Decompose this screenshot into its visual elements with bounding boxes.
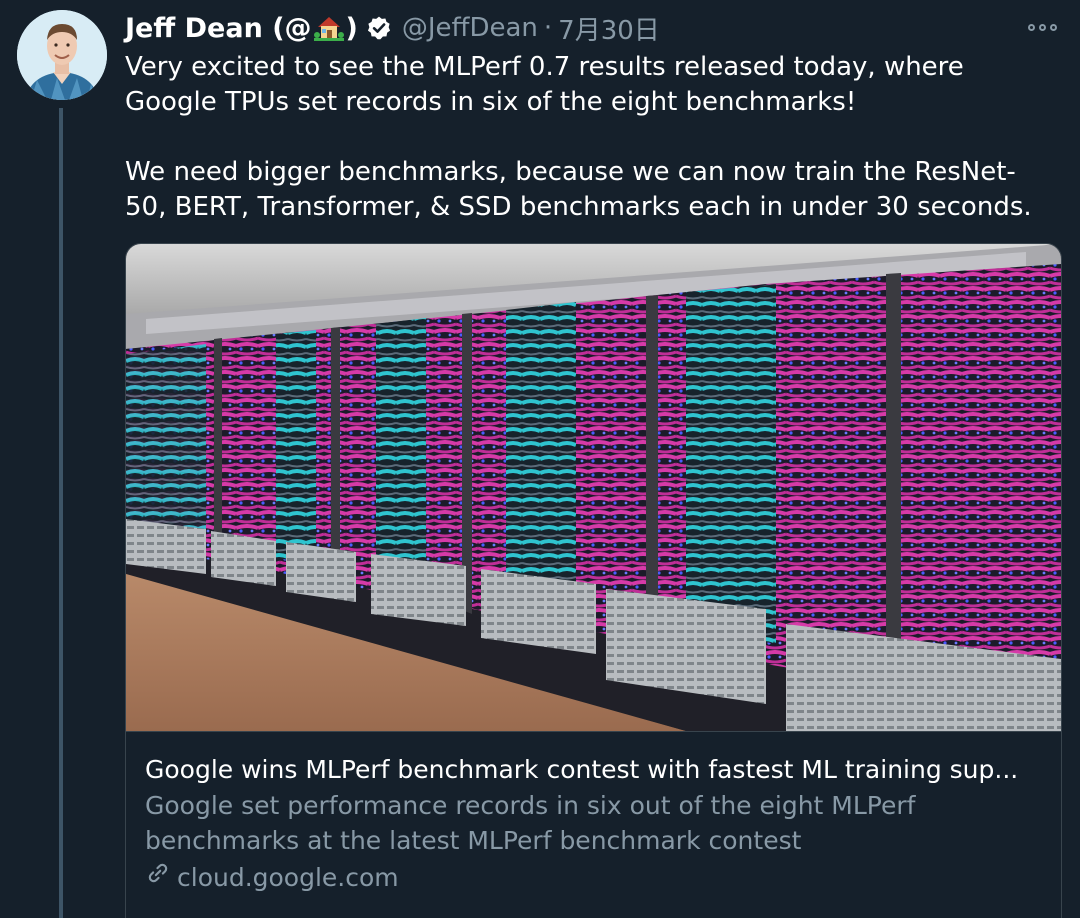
separator-dot: · — [543, 13, 553, 43]
tpu-server-racks-photo — [126, 244, 1061, 731]
tweet-paragraph: Very excited to see the MLPerf 0.7 resul… — [125, 52, 964, 117]
tweet-text: Very excited to see the MLPerf 0.7 resul… — [125, 50, 1055, 225]
display-name[interactable]: Jeff Dean (@ ) — [125, 13, 358, 44]
tweet-timestamp[interactable]: 7月30日 — [558, 10, 660, 47]
thread-line — [59, 108, 63, 918]
verified-badge-icon — [366, 15, 392, 41]
house-with-garden-icon — [313, 13, 344, 44]
tweet-header: Jeff Dean (@ ) @JeffDean · 7月30日 — [125, 8, 660, 48]
card-domain: cloud.google.com — [177, 863, 399, 892]
more-options-icon[interactable] — [1028, 16, 1062, 38]
link-icon — [145, 860, 171, 896]
card-body: Google wins MLPerf benchmark contest wit… — [126, 731, 1061, 896]
avatar[interactable] — [17, 10, 107, 100]
link-preview-card[interactable]: Google wins MLPerf benchmark contest wit… — [125, 243, 1062, 918]
tweet[interactable]: Jeff Dean (@ ) @JeffDean · 7月30日 Very ex… — [0, 0, 1080, 918]
card-link[interactable]: cloud.google.com — [145, 860, 1042, 896]
card-title[interactable]: Google wins MLPerf benchmark contest wit… — [145, 752, 1042, 788]
author-handle[interactable]: @JeffDean — [402, 13, 538, 43]
tweet-paragraph: We need bigger benchmarks, because we ca… — [125, 157, 1032, 222]
card-description: Google set performance records in six ou… — [145, 791, 916, 855]
